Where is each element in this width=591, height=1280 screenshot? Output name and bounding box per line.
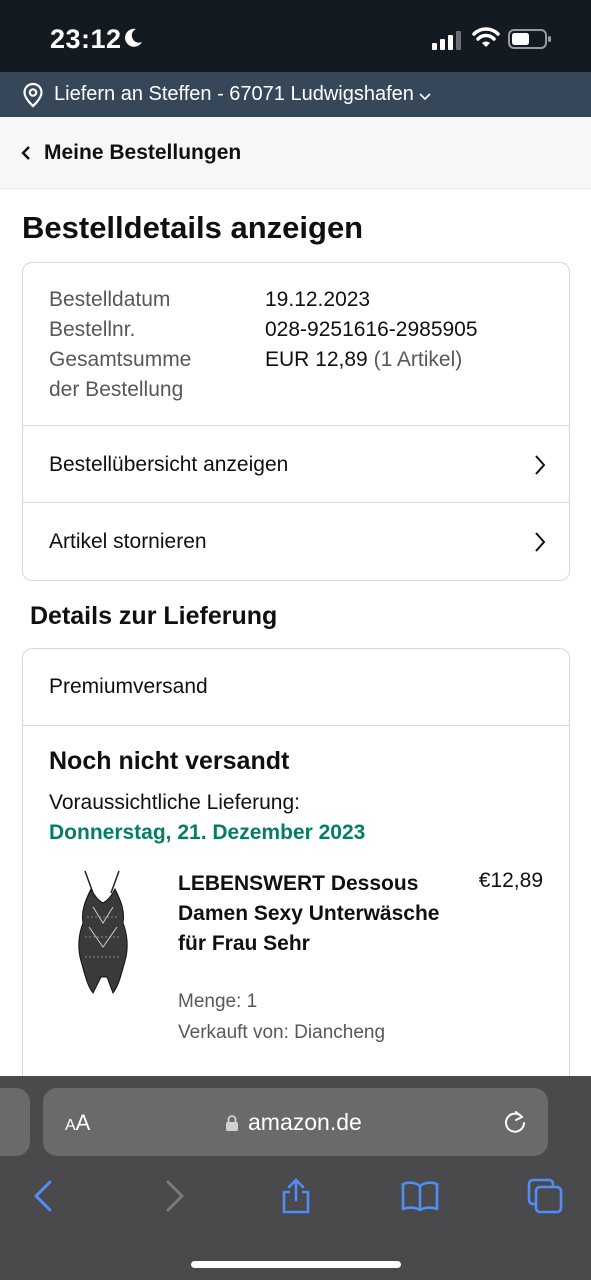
chevron-down-icon [419,93,431,101]
order-summary-card: Bestelldatum 19.12.2023 Bestellnr. 028-9… [22,262,570,581]
status-bar: 23:12 [0,0,591,72]
view-order-overview-label: Bestellübersicht anzeigen [49,452,289,476]
chevron-left-icon [21,145,30,160]
status-time: 23:12 [50,24,122,54]
order-date-label: Bestelldatum [49,288,171,311]
location-pin-icon [23,82,43,107]
delivery-location-text: Liefern an Steffen - 67071 Ludwigshafen [54,83,414,105]
delivery-location-bar[interactable]: Liefern an Steffen - 67071 Ludwigshafen [0,72,591,117]
order-total-value: EUR 12,89 (1 Artikel) [265,345,543,405]
page-title: Bestelldetails anzeigen [22,210,364,245]
aa-small: A [65,1117,76,1134]
delivery-eta-date: Donnerstag, 21. Dezember 2023 [49,821,366,844]
delivery-card: Premiumversand Noch nicht versandt Vorau… [22,648,570,1108]
tabs-icon[interactable] [525,1176,565,1216]
home-indicator[interactable] [191,1261,401,1268]
wifi-icon [472,27,500,47]
cancel-items-label: Artikel stornieren [49,529,207,553]
order-item-count: (1 Artikel) [373,348,463,371]
chevron-right-icon [535,532,546,552]
order-total-label: Gesamtsumme der Bestellung [49,345,265,405]
chevron-right-icon [535,455,546,475]
previous-tab-stub[interactable] [0,1088,30,1156]
order-number-value: 028-9251616-2985905 [265,318,478,341]
product-quantity: Menge: 1 [178,991,258,1012]
order-total-label-line1: Gesamtsumme [49,348,192,371]
order-number-label: Bestellnr. [49,318,136,341]
forward-icon[interactable] [152,1176,192,1216]
back-label: Meine Bestellungen [44,140,242,164]
shipping-method: Premiumversand [23,649,569,726]
order-date-row: Bestelldatum 19.12.2023 [49,285,543,315]
product-seller: Verkauft von: Diancheng [178,1022,386,1043]
bookmarks-icon[interactable] [400,1176,440,1216]
order-info: Bestelldatum 19.12.2023 Bestellnr. 028-9… [23,263,569,405]
view-order-overview-link[interactable]: Bestellübersicht anzeigen [23,425,569,503]
url-text: amazon.de [248,1109,362,1135]
back-icon[interactable] [26,1176,66,1216]
battery-icon [508,29,551,49]
lock-icon [226,1115,238,1131]
shipping-status: Noch nicht versandt [49,747,290,775]
moon-icon [125,28,142,47]
share-icon[interactable] [276,1176,316,1216]
delivery-eta-label: Voraussichtliche Lieferung: [49,791,300,814]
cellular-signal-icon [432,31,461,50]
product-title[interactable]: LEBENSWERT Dessous Damen Sexy Unterwäsch… [178,869,448,959]
browser-toolbar: AA amazon.de [0,1076,591,1280]
product-image[interactable] [71,867,133,997]
reader-settings-button[interactable]: AA [65,1110,90,1136]
back-navigation[interactable]: Meine Bestellungen [0,117,591,189]
order-date-value: 19.12.2023 [265,288,371,311]
delivery-section-title: Details zur Lieferung [30,602,278,630]
address-bar[interactable]: AA amazon.de [43,1088,548,1156]
reload-icon[interactable] [502,1109,528,1135]
order-total-label-line2: der Bestellung [49,378,184,401]
order-number-row: Bestellnr. 028-9251616-2985905 [49,315,543,345]
order-total-row: Gesamtsumme der Bestellung EUR 12,89 (1 … [49,345,543,405]
aa-large: A [75,1110,91,1135]
order-total-amount: EUR 12,89 [265,348,368,371]
product-price: €12,89 [478,869,543,892]
cancel-items-link[interactable]: Artikel stornieren [23,502,569,580]
